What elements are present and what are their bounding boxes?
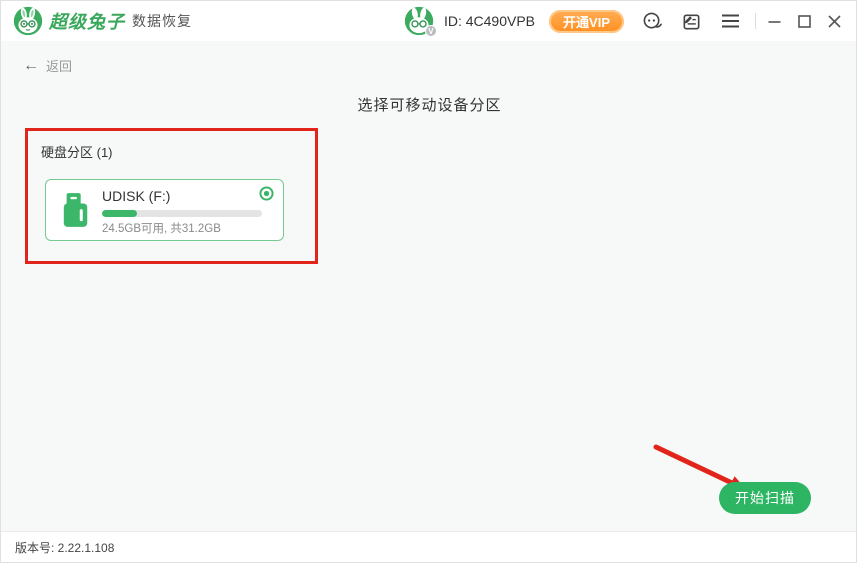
minimize-button[interactable]: [762, 9, 786, 33]
divider: [755, 13, 756, 29]
partition-section-label: 硬盘分区 (1): [41, 142, 113, 161]
brand-name: 超级兔子: [49, 8, 125, 34]
version-text: 版本号: 2.22.1.108: [15, 539, 114, 556]
back-label: 返回: [46, 56, 72, 75]
brand: 超级兔子 数据恢复: [13, 6, 192, 36]
device-name: UDISK (F:): [102, 188, 170, 204]
page-title: 选择可移动设备分区: [1, 94, 857, 115]
capacity-progress-bar: [102, 210, 262, 217]
back-button[interactable]: ← 返回: [23, 56, 72, 75]
maximize-button[interactable]: [792, 9, 816, 33]
start-scan-button[interactable]: 开始扫描: [719, 482, 811, 514]
capacity-progress-fill: [102, 210, 137, 217]
hamburger-menu-icon[interactable]: [719, 10, 741, 32]
feedback-message-icon[interactable]: [680, 10, 702, 32]
vip-level-badge: V: [425, 25, 437, 37]
device-partition-card[interactable]: UDISK (F:) 24.5GB可用, 共31.2GB: [45, 179, 284, 241]
device-usage-text: 24.5GB可用, 共31.2GB: [102, 220, 221, 236]
back-arrow-icon: ←: [23, 58, 39, 74]
footer-bar: 版本号: 2.22.1.108: [1, 531, 856, 562]
product-name: 数据恢复: [132, 11, 192, 31]
user-avatar[interactable]: V: [404, 6, 434, 36]
open-vip-button[interactable]: 开通VIP: [549, 10, 624, 33]
close-button[interactable]: [822, 9, 846, 33]
title-bar: 超级兔子 数据恢复 V ID: 4C490VPB 开通VIP: [1, 1, 856, 41]
customer-service-icon[interactable]: [641, 10, 663, 32]
app-window: 超级兔子 数据恢复 V ID: 4C490VPB 开通VIP: [0, 0, 857, 563]
user-id: ID: 4C490VPB: [444, 13, 535, 29]
rabbit-logo-icon: [13, 6, 43, 36]
title-bar-right: V ID: 4C490VPB 开通VIP: [404, 6, 846, 36]
radio-selected-icon[interactable]: [259, 186, 274, 201]
usb-drive-icon: [61, 191, 91, 229]
main-content: ← 返回 选择可移动设备分区 硬盘分区 (1) UDISK (F:) 24.5G…: [1, 41, 857, 533]
